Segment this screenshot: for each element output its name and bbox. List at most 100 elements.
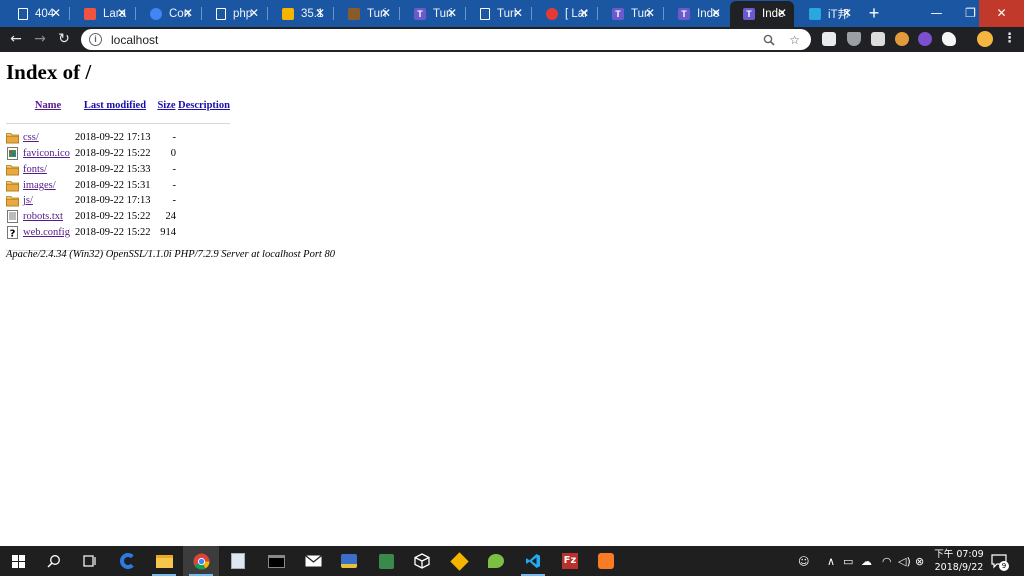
new-tab-button[interactable]: +: [863, 3, 885, 25]
taskbar-app[interactable]: [368, 546, 404, 576]
bookmark-star-icon[interactable]: ☆: [789, 33, 800, 47]
terminal-icon: [267, 554, 285, 568]
description-cell: [177, 146, 231, 162]
close-tab-icon[interactable]: ✕: [381, 6, 391, 20]
sort-by-name-link[interactable]: Name: [35, 100, 61, 111]
close-tab-icon[interactable]: ✕: [183, 6, 193, 20]
browser-tab[interactable]: T Turi ✕: [599, 1, 662, 27]
forward-button[interactable]: →: [30, 29, 50, 49]
vscode-icon: [526, 554, 540, 568]
close-tab-icon[interactable]: ✕: [447, 6, 457, 20]
page-icon: [18, 8, 28, 20]
close-tab-icon[interactable]: ✕: [842, 6, 852, 20]
browser-tab[interactable]: Turi ✕: [467, 1, 530, 27]
tab-separator: [663, 7, 664, 20]
browser-tab[interactable]: T Inde ✕: [665, 1, 728, 27]
extension-reader-icon[interactable]: [822, 32, 836, 46]
taskbar-vscode[interactable]: [515, 546, 551, 576]
browser-tab[interactable]: iT邦 ✕: [796, 1, 859, 27]
taskbar-xampp[interactable]: [588, 546, 624, 576]
start-button[interactable]: [0, 546, 36, 576]
close-tab-icon[interactable]: ✕: [579, 6, 589, 20]
search-button[interactable]: [36, 546, 72, 576]
table-row: favicon.ico 2018-09-22 15:22 0: [5, 146, 231, 162]
tab-separator: [399, 7, 400, 20]
file-link[interactable]: robots.txt: [23, 211, 63, 222]
close-tab-icon[interactable]: ✕: [513, 6, 523, 20]
url-text[interactable]: localhost: [111, 33, 763, 47]
close-tab-icon[interactable]: ✕: [249, 6, 259, 20]
system-clock[interactable]: 下午 07:09 2018/9/22: [927, 548, 991, 574]
folder-icon: [6, 133, 19, 144]
taskbar-xampp-tool[interactable]: [478, 546, 514, 576]
action-center-button[interactable]: 9: [991, 553, 1009, 571]
taskbar-sourcetree[interactable]: [441, 546, 477, 576]
close-tab-icon[interactable]: ✕: [315, 6, 325, 20]
close-window-button[interactable]: ✕: [979, 0, 1024, 27]
browser-tab[interactable]: T Inde ✕: [730, 1, 794, 27]
chrome-menu-button[interactable]: ⋮: [1003, 30, 1016, 48]
icon-cell: [5, 209, 22, 225]
taskbar-filezilla[interactable]: Fz: [552, 546, 588, 576]
browser-tab[interactable]: Lara ✕: [71, 1, 134, 27]
wifi-icon[interactable]: ◠: [882, 546, 892, 576]
file-link[interactable]: images/: [23, 180, 56, 191]
taskbar-network-tool[interactable]: [331, 546, 367, 576]
close-tab-icon[interactable]: ✕: [711, 6, 721, 20]
chrome-icon: [193, 553, 209, 569]
taskbar-mail[interactable]: [295, 546, 331, 576]
taskbar-virtualbox[interactable]: [404, 546, 440, 576]
browser-tab[interactable]: Con ✕: [137, 1, 200, 27]
file-link[interactable]: js/: [23, 195, 33, 206]
browser-tab[interactable]: Turi ✕: [335, 1, 398, 27]
address-bar[interactable]: i localhost ☆: [81, 29, 811, 50]
extension-cup-icon[interactable]: [871, 32, 885, 46]
close-tab-icon[interactable]: ✕: [51, 6, 61, 20]
t-icon: T: [414, 8, 426, 20]
extension-target-icon[interactable]: [918, 32, 932, 46]
extension-download-icon[interactable]: [847, 32, 861, 46]
taskbar-terminal[interactable]: [258, 546, 294, 576]
input-method-icon[interactable]: ⊗: [915, 546, 924, 576]
folder-icon: [6, 180, 19, 191]
sort-by-size-link[interactable]: Size: [157, 100, 175, 111]
icon-cell: [5, 146, 22, 162]
taskbar-notepad[interactable]: [220, 546, 256, 576]
extension-cookie-icon[interactable]: [895, 32, 909, 46]
sort-by-description-link[interactable]: Description: [178, 100, 230, 111]
info-icon[interactable]: i: [89, 33, 102, 46]
back-button[interactable]: ←: [6, 29, 26, 49]
close-tab-icon[interactable]: ✕: [777, 6, 787, 20]
people-icon[interactable]: ☺: [798, 546, 809, 576]
browser-tab[interactable]: [ Lar ✕: [533, 1, 596, 27]
task-view-button[interactable]: [72, 546, 108, 576]
file-link[interactable]: favicon.ico: [23, 148, 70, 159]
sourcetree-icon: [449, 551, 469, 571]
taskbar-edge[interactable]: [110, 546, 146, 576]
show-hidden-icons-icon[interactable]: ∧: [827, 546, 835, 576]
close-tab-icon[interactable]: ✕: [645, 6, 655, 20]
cloud-icon[interactable]: ☁: [861, 546, 872, 576]
tab-separator: [201, 7, 202, 20]
sort-by-modified-link[interactable]: Last modified: [84, 100, 146, 111]
mail-icon: [304, 555, 322, 567]
browser-tab[interactable]: php ✕: [203, 1, 266, 27]
volume-icon[interactable]: ◁): [898, 546, 911, 576]
browser-tab[interactable]: 35.1 ✕: [269, 1, 332, 27]
file-link[interactable]: css/: [23, 132, 39, 143]
file-link[interactable]: fonts/: [23, 164, 47, 175]
battery-icon[interactable]: ▭: [843, 546, 853, 576]
browser-tab[interactable]: T Turi ✕: [401, 1, 464, 27]
file-link[interactable]: web.config: [23, 227, 70, 238]
close-tab-icon[interactable]: ✕: [117, 6, 127, 20]
taskbar-chrome[interactable]: [183, 546, 219, 576]
profile-avatar[interactable]: [977, 31, 993, 47]
table-row: ? web.config 2018-09-22 15:22 914: [5, 225, 231, 241]
browser-tab[interactable]: 404 ✕: [5, 1, 68, 27]
reload-button[interactable]: ↻: [54, 29, 74, 49]
image-icon: [282, 8, 294, 20]
extension-unicorn-icon[interactable]: [942, 32, 956, 46]
zoom-icon[interactable]: [763, 34, 775, 46]
filezilla-icon: Fz: [562, 553, 578, 569]
taskbar-file-explorer[interactable]: [146, 546, 182, 576]
